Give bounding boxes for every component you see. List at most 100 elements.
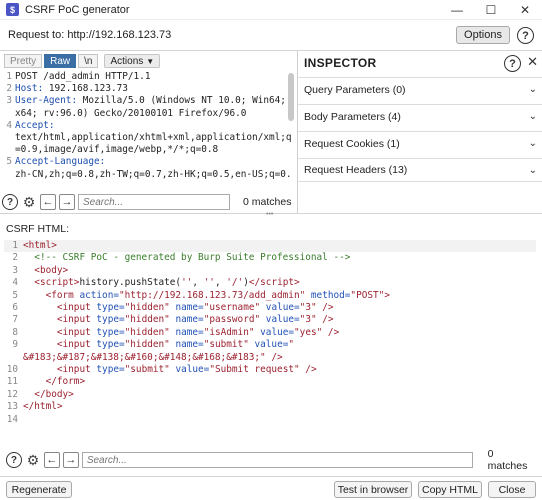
help-icon[interactable]: ? bbox=[6, 452, 22, 468]
line-number: 3 bbox=[6, 95, 12, 107]
request-editor-pane: Pretty Raw \n Actions ▼ 1 POST /add_admin… bbox=[0, 51, 296, 213]
options-button[interactable]: Options bbox=[456, 26, 510, 44]
request-line: 5 Accept-Language: bbox=[2, 156, 292, 168]
view-tabs: Pretty Raw \n Actions ▼ bbox=[4, 54, 161, 68]
next-match-button[interactable]: → bbox=[59, 194, 75, 210]
actions-label: Actions bbox=[110, 55, 144, 67]
copy-html-button[interactable]: Copy HTML bbox=[418, 481, 482, 498]
line-number: 5 bbox=[6, 156, 12, 168]
window-controls: — ☐ ✕ bbox=[440, 0, 542, 20]
code-line: 3 <body> bbox=[12, 264, 69, 276]
test-in-browser-button[interactable]: Test in browser bbox=[334, 481, 412, 498]
code-line: 9 <input type="hidden" name="submit" val… bbox=[12, 339, 295, 351]
minimize-icon[interactable]: — bbox=[440, 0, 474, 20]
title-bar: $ CSRF PoC generator — ☐ ✕ bbox=[0, 0, 542, 20]
header-name: Accept-Language: bbox=[15, 156, 106, 168]
inspector-title: INSPECTOR bbox=[304, 56, 377, 70]
gear-icon[interactable]: ⚙ bbox=[25, 452, 41, 468]
maximize-icon[interactable]: ☐ bbox=[474, 0, 508, 20]
chevron-down-icon: ▼ bbox=[146, 56, 155, 66]
line-text: text/html,application/xhtml+xml,applicat… bbox=[15, 132, 292, 144]
line-text: 192.168.123.73 bbox=[43, 83, 128, 95]
help-icon[interactable]: ? bbox=[517, 27, 534, 44]
section-label: Request Headers (13) bbox=[304, 164, 408, 176]
previous-match-button[interactable]: ← bbox=[40, 194, 56, 210]
close-button[interactable]: Close bbox=[488, 481, 536, 498]
request-line: text/html,application/xhtml+xml,applicat… bbox=[2, 132, 292, 144]
body-parameters-section[interactable]: Body Parameters (4) ⌄ bbox=[298, 104, 542, 128]
request-text-editor[interactable]: 1 POST /add_admin HTTP/1.1 2 Host: 192.168.… bbox=[2, 71, 292, 189]
header-name: Accept: bbox=[15, 119, 55, 131]
help-icon[interactable]: ? bbox=[504, 55, 521, 72]
splitter-handle[interactable]: ••• bbox=[266, 211, 276, 218]
tab-pretty[interactable]: Pretty bbox=[4, 54, 43, 68]
scrollbar[interactable] bbox=[288, 73, 294, 121]
code-line: 13 </html> bbox=[6, 401, 63, 413]
request-search-row: ? ⚙ ← → 0 matches bbox=[2, 192, 291, 212]
regenerate-button[interactable]: Regenerate bbox=[6, 481, 72, 498]
line-text: Mozilla/5.0 (Windows NT 10.0; Win64; bbox=[77, 95, 286, 107]
code-line: 1 <html> bbox=[4, 240, 536, 253]
close-icon[interactable]: ✕ bbox=[508, 0, 542, 20]
match-count: 0 matches bbox=[487, 448, 528, 472]
search-input[interactable] bbox=[81, 452, 473, 468]
line-number: 2 bbox=[6, 83, 12, 95]
request-cookies-section[interactable]: Request Cookies (1) ⌄ bbox=[298, 131, 542, 155]
chevron-down-icon: ⌄ bbox=[528, 164, 537, 176]
query-parameters-section[interactable]: Query Parameters (0) ⌄ bbox=[298, 77, 542, 101]
request-target-label: Request to: http://192.168.123.73 bbox=[8, 29, 172, 41]
gear-icon[interactable]: ⚙ bbox=[21, 194, 37, 210]
tab-newline[interactable]: \n bbox=[78, 54, 99, 68]
previous-match-button[interactable]: ← bbox=[43, 452, 60, 468]
request-line: x64; rv:96.0) Gecko/20100101 Firefox/96.… bbox=[2, 108, 292, 120]
inspector-panel: INSPECTOR ? ✕ Query Parameters (0) ⌄ Bod… bbox=[297, 51, 542, 213]
help-icon[interactable]: ? bbox=[2, 194, 18, 210]
window-title: CSRF PoC generator bbox=[25, 3, 130, 16]
request-bar: Request to: http://192.168.123.73 Option… bbox=[0, 22, 542, 48]
footer-bar: Regenerate Test in browser Copy HTML Clo… bbox=[0, 476, 542, 500]
line-number: 4 bbox=[6, 119, 12, 131]
code-line: 4 <script>history.pushState('', '', '/')… bbox=[12, 277, 300, 289]
close-icon[interactable]: ✕ bbox=[527, 54, 538, 70]
code-line: 6 <input type="hidden" name="username" v… bbox=[12, 302, 334, 314]
tab-raw[interactable]: Raw bbox=[44, 54, 77, 68]
match-count: 0 matches bbox=[243, 196, 292, 208]
line-text: POST /add_admin HTTP/1.1 bbox=[15, 71, 151, 82]
csrf-html-label: CSRF HTML: bbox=[6, 223, 69, 235]
code-line: 7 <input type="hidden" name="password" v… bbox=[12, 314, 334, 326]
code-line: 5 <form action="http://192.168.123.73/ad… bbox=[12, 289, 390, 301]
request-headers-section[interactable]: Request Headers (13) ⌄ bbox=[298, 158, 542, 182]
chevron-down-icon: ⌄ bbox=[528, 138, 537, 149]
next-match-button[interactable]: → bbox=[62, 452, 79, 468]
line-text: =0.9,image/avif,image/webp,*/*;q=0.8 bbox=[15, 144, 219, 156]
line-number: 1 bbox=[6, 71, 12, 82]
request-line: 3 User-Agent: Mozilla/5.0 (Windows NT 10.… bbox=[2, 95, 292, 107]
chevron-down-icon: ⌄ bbox=[528, 111, 537, 122]
section-label: Request Cookies (1) bbox=[304, 137, 400, 150]
search-input[interactable] bbox=[78, 194, 230, 210]
request-line: 2 Host: 192.168.123.73 bbox=[2, 83, 292, 95]
code-line: &#183;&#187;&#138;&#160;&#148;&#168;&#18… bbox=[23, 351, 283, 363]
code-line: 8 <input type="hidden" name="isAdmin" va… bbox=[12, 326, 340, 338]
request-line: 4 Accept: bbox=[2, 120, 292, 132]
code-line: 2 <!-- CSRF PoC - generated by Burp Suit… bbox=[12, 252, 351, 264]
code-line: 14 bbox=[6, 413, 18, 425]
section-label: Query Parameters (0) bbox=[304, 83, 406, 96]
csrf-html-editor[interactable]: 1 <html> 2 <!-- CSRF PoC - generated by B… bbox=[4, 240, 536, 445]
request-line: 1 POST /add_admin HTTP/1.1 bbox=[2, 71, 292, 83]
section-label: Body Parameters (4) bbox=[304, 110, 401, 123]
actions-dropdown[interactable]: Actions ▼ bbox=[104, 54, 161, 68]
line-text: zh-CN,zh;q=0.8,zh-TW;q=0.7,zh-HK;q=0.5,e… bbox=[15, 168, 292, 180]
code-line: 11 </form> bbox=[6, 376, 86, 388]
csrf-search-row: ? ⚙ ← → 0 matches bbox=[6, 448, 536, 472]
request-line: zh-CN,zh;q=0.8,zh-TW;q=0.7,zh-HK;q=0.5,e… bbox=[2, 169, 292, 181]
inspector-header: INSPECTOR ? ✕ bbox=[298, 51, 542, 75]
code-line: 10 <input type="submit" value="Submit re… bbox=[6, 364, 317, 376]
line-text: x64; rv:96.0) Gecko/20100101 Firefox/96.… bbox=[15, 107, 247, 119]
request-line: =0.9,image/avif,image/webp,*/*;q=0.8 bbox=[2, 144, 292, 156]
burp-logo-icon: $ bbox=[6, 3, 19, 16]
code-line: 12 </body> bbox=[6, 388, 74, 400]
header-name: User-Agent: bbox=[15, 95, 78, 107]
header-name: Host: bbox=[15, 83, 44, 95]
chevron-down-icon: ⌄ bbox=[528, 84, 537, 95]
